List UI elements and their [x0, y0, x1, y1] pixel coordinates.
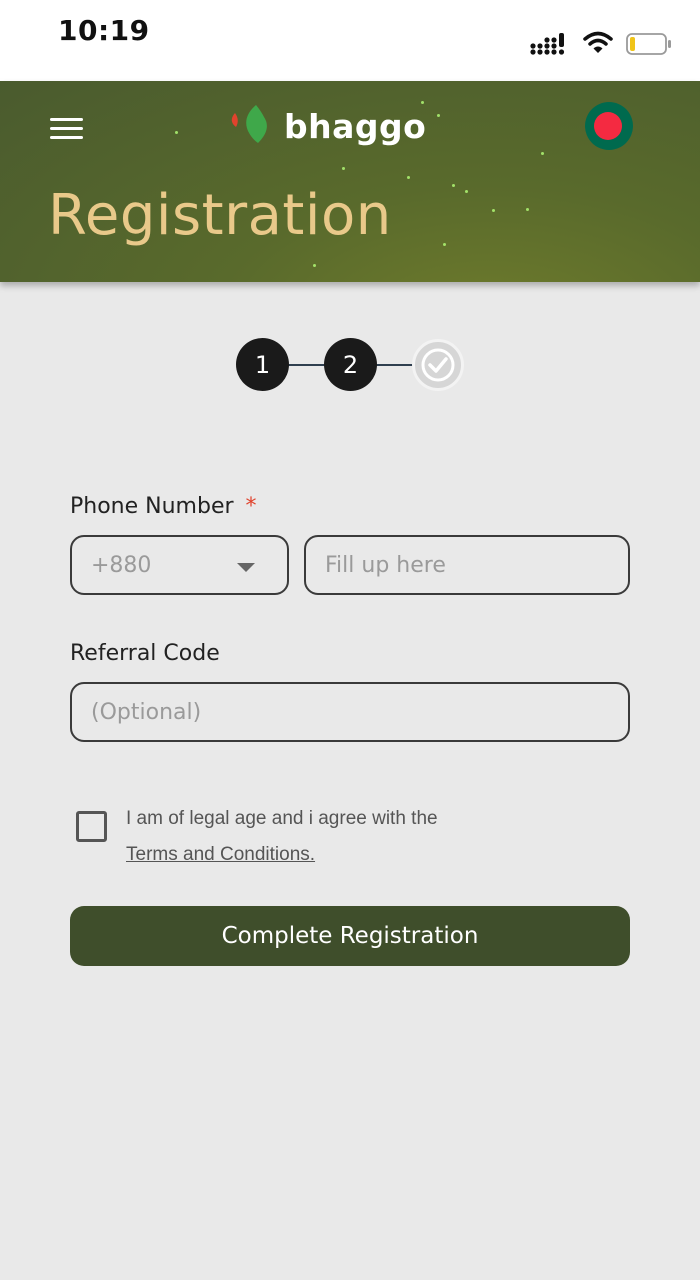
chevron-down-icon — [237, 563, 255, 572]
signal-icon — [530, 33, 565, 55]
check-icon — [421, 348, 455, 382]
sparkle — [407, 176, 410, 179]
country-code-select[interactable]: +880 — [70, 535, 289, 595]
referral-code-input[interactable]: (Optional) — [70, 682, 630, 742]
agreement-label: I am of legal age and i agree with the — [126, 808, 438, 829]
sparkle — [313, 264, 316, 267]
sparkle — [175, 131, 178, 134]
app-header: bhaggo Registration — [0, 81, 700, 282]
sparkle — [437, 114, 440, 117]
referral-placeholder: (Optional) — [91, 699, 202, 725]
complete-registration-button[interactable]: Complete Registration — [70, 906, 630, 966]
step-2: 2 — [324, 338, 377, 391]
leaf-logo-icon — [231, 105, 267, 143]
brand-name: bhaggo — [284, 106, 427, 146]
legal-age-checkbox[interactable] — [76, 811, 107, 842]
sparkle — [452, 184, 455, 187]
sparkle — [541, 152, 544, 155]
phone-number-input[interactable]: Fill up here — [304, 535, 630, 595]
phone-label-text: Phone Number — [70, 494, 234, 519]
wifi-icon — [583, 31, 613, 53]
agreement-text: I am of legal age and i agree with the T… — [126, 801, 438, 873]
country-code-value: +880 — [91, 552, 152, 578]
required-mark: * — [245, 494, 257, 519]
step-connector — [372, 364, 416, 366]
sparkle — [492, 209, 495, 212]
phone-placeholder: Fill up here — [325, 552, 446, 578]
step-connector — [284, 364, 326, 366]
phone-number-label: Phone Number * — [70, 494, 257, 519]
sparkle — [443, 243, 446, 246]
terms-and-conditions-link[interactable]: Terms and Conditions. — [126, 837, 438, 873]
status-bar: 10:19 — [0, 0, 700, 81]
sparkle — [342, 167, 345, 170]
status-icons — [530, 30, 671, 60]
referral-code-label: Referral Code — [70, 641, 220, 666]
sparkle — [465, 190, 468, 193]
page-title: Registration — [48, 183, 392, 248]
bangladesh-flag-icon[interactable] — [585, 102, 633, 150]
step-1: 1 — [236, 338, 289, 391]
hamburger-menu-icon[interactable] — [50, 118, 84, 144]
brand-logo[interactable]: bhaggo — [228, 103, 426, 149]
step-complete — [412, 339, 464, 391]
sparkle — [526, 208, 529, 211]
status-time: 10:19 — [58, 14, 150, 47]
battery-icon — [626, 33, 671, 55]
registration-stepper: 1 2 — [236, 338, 464, 392]
